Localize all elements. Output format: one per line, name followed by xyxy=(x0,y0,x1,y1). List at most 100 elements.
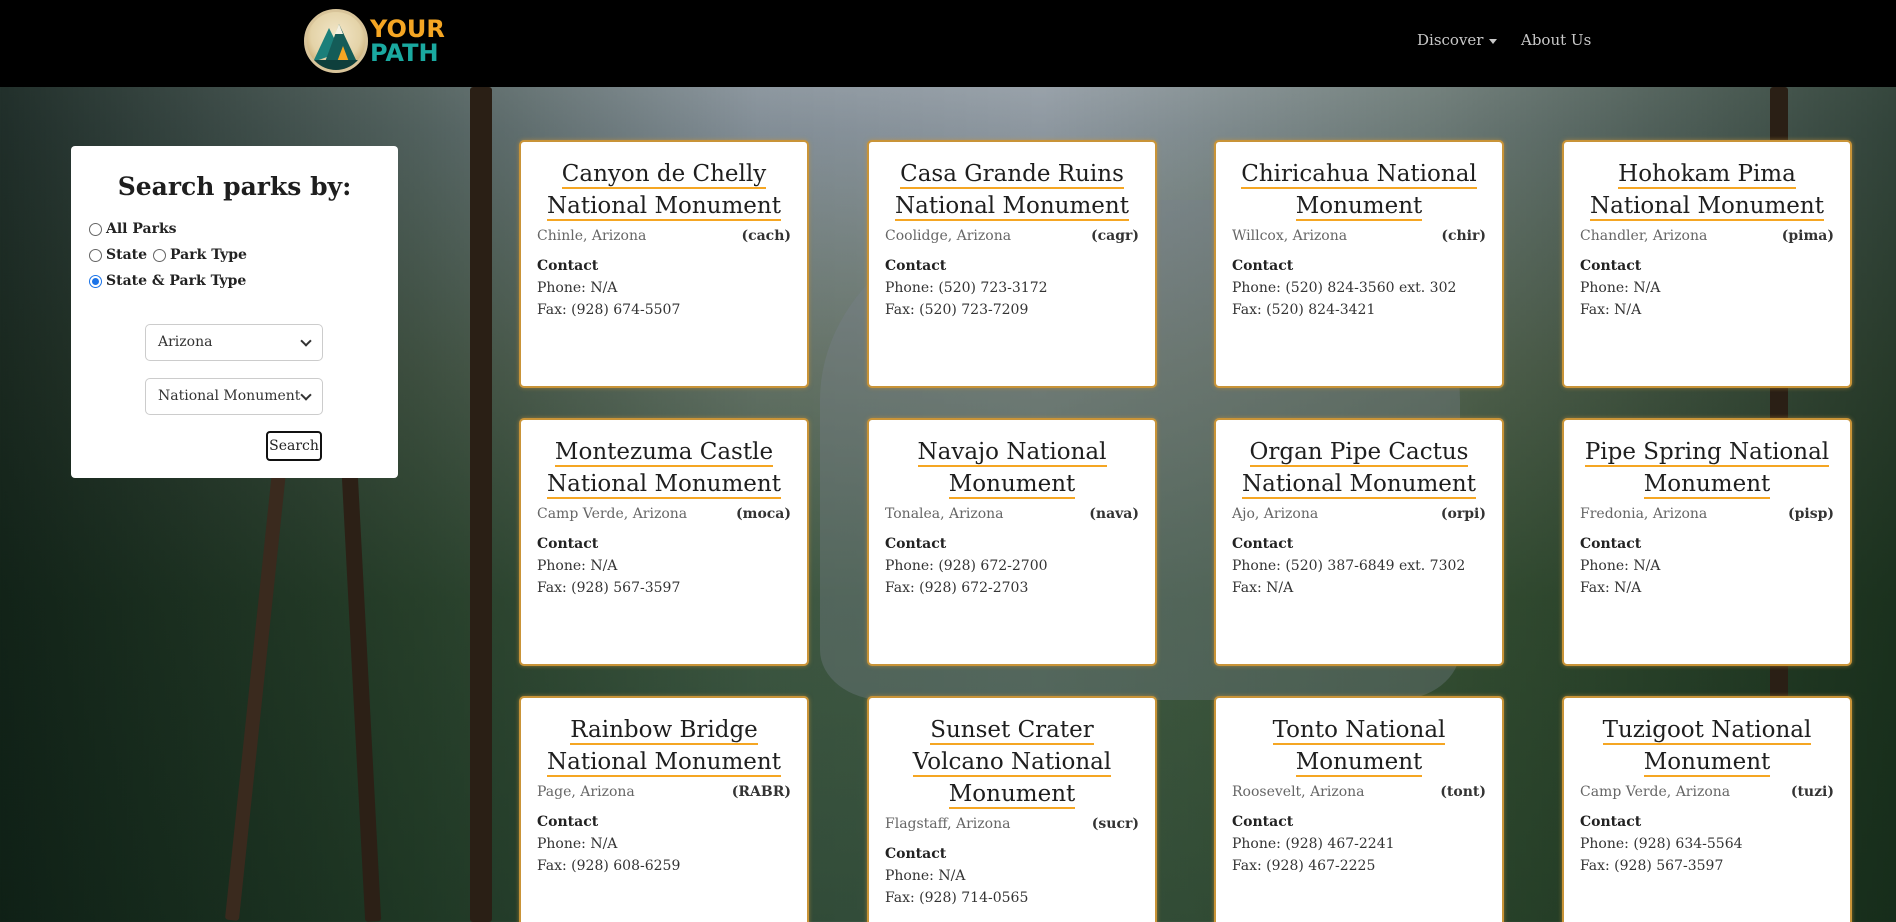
nav-discover-dropdown[interactable]: Discover xyxy=(1417,31,1498,49)
radio-all-parks[interactable]: All Parks xyxy=(89,221,380,237)
park-title-link[interactable]: Rainbow Bridge National Monument xyxy=(547,717,781,777)
radio-label: All Parks xyxy=(106,221,177,237)
navbar: YOUR PATH Discover About Us xyxy=(0,0,1896,87)
park-title[interactable]: Organ Pipe Cactus National Monument xyxy=(1232,436,1486,500)
caret-down-icon xyxy=(1489,38,1498,44)
park-fax: Fax: (928) 608-6259 xyxy=(537,858,681,874)
park-type-select[interactable]: National Monument xyxy=(145,378,323,415)
contact-heading: Contact xyxy=(885,846,947,862)
tree-trunk xyxy=(470,87,492,922)
chevron-down-icon xyxy=(300,335,312,347)
park-fax: Fax: N/A xyxy=(1232,580,1294,596)
park-title-link[interactable]: Casa Grande Ruins National Monument xyxy=(895,161,1129,221)
logo[interactable]: YOUR PATH xyxy=(304,9,445,73)
park-location: Tonalea, Arizona xyxy=(885,506,1004,522)
park-location-row: Camp Verde, Arizona (tuzi) xyxy=(1580,784,1834,800)
park-title-link[interactable]: Navajo National Monument xyxy=(917,439,1107,499)
park-code: (moca) xyxy=(736,506,791,522)
park-fax: Fax: (928) 714-0565 xyxy=(885,890,1029,906)
park-title[interactable]: Montezuma Castle National Monument xyxy=(537,436,791,500)
park-card[interactable]: Canyon de Chelly National Monument Chinle… xyxy=(519,140,809,388)
radio-state-and-park-type[interactable]: State & Park Type xyxy=(89,273,380,289)
park-card[interactable]: Hohokam Pima National Monument Chandler, … xyxy=(1562,140,1852,388)
park-fax: Fax: (520) 723-7209 xyxy=(885,302,1029,318)
park-title[interactable]: Navajo National Monument xyxy=(885,436,1139,500)
park-code: (orpi) xyxy=(1440,506,1486,522)
park-fax: Fax: (928) 672-2703 xyxy=(885,580,1029,596)
radio-label: State xyxy=(106,247,148,263)
park-title[interactable]: Canyon de Chelly National Monument xyxy=(537,158,791,222)
park-title[interactable]: Hohokam Pima National Monument xyxy=(1580,158,1834,222)
mountain-logo-icon xyxy=(304,9,368,73)
park-title-link[interactable]: Organ Pipe Cactus National Monument xyxy=(1242,439,1476,499)
contact-heading: Contact xyxy=(1580,536,1642,552)
park-code: (cagr) xyxy=(1090,228,1139,244)
park-location-row: Fredonia, Arizona (pisp) xyxy=(1580,506,1834,522)
park-title-link[interactable]: Tonto National Monument xyxy=(1272,717,1446,777)
park-card[interactable]: Tonto National Monument Roosevelt, Arizon… xyxy=(1214,696,1504,922)
contact-heading: Contact xyxy=(537,258,599,274)
park-location: Flagstaff, Arizona xyxy=(885,816,1011,832)
park-title-link[interactable]: Sunset Crater Volcano National Monument xyxy=(912,717,1112,809)
park-code: (tuzi) xyxy=(1790,784,1834,800)
radio-park-type[interactable] xyxy=(153,248,167,262)
park-card[interactable]: Sunset Crater Volcano National Monument F… xyxy=(867,696,1157,922)
park-title[interactable]: Rainbow Bridge National Monument xyxy=(537,714,791,778)
radio-state[interactable] xyxy=(89,248,102,262)
park-title[interactable]: Tonto National Monument xyxy=(1232,714,1486,778)
state-select-value: Arizona xyxy=(158,334,213,350)
park-phone: Phone: N/A xyxy=(537,280,618,296)
park-card[interactable]: Casa Grande Ruins National Monument Cooli… xyxy=(867,140,1157,388)
park-fax: Fax: (928) 467-2225 xyxy=(1232,858,1376,874)
park-location-row: Camp Verde, Arizona (moca) xyxy=(537,506,791,522)
park-location: Coolidge, Arizona xyxy=(885,228,1012,244)
park-card[interactable]: Montezuma Castle National Monument Camp V… xyxy=(519,418,809,666)
park-phone: Phone: N/A xyxy=(537,558,618,574)
park-card[interactable]: Pipe Spring National Monument Fredonia, A… xyxy=(1562,418,1852,666)
park-card[interactable]: Chiricahua National Monument Willcox, Ari… xyxy=(1214,140,1504,388)
park-code: (sucr) xyxy=(1091,816,1139,832)
park-phone: Phone: (520) 723-3172 xyxy=(885,280,1048,296)
park-title[interactable]: Casa Grande Ruins National Monument xyxy=(885,158,1139,222)
park-phone: Phone: N/A xyxy=(885,868,966,884)
park-title[interactable]: Chiricahua National Monument xyxy=(1232,158,1486,222)
park-phone: Phone: N/A xyxy=(1580,558,1661,574)
park-card[interactable]: Navajo National Monument Tonalea, Arizona… xyxy=(867,418,1157,666)
park-location-row: Page, Arizona (RABR) xyxy=(537,784,791,800)
park-location: Page, Arizona xyxy=(537,784,635,800)
park-phone: Phone: N/A xyxy=(1580,280,1661,296)
park-fax: Fax: N/A xyxy=(1580,302,1642,318)
park-fax: Fax: N/A xyxy=(1580,580,1642,596)
park-title-link[interactable]: Chiricahua National Monument xyxy=(1241,161,1477,221)
park-title[interactable]: Pipe Spring National Monument xyxy=(1580,436,1834,500)
radio-label: State & Park Type xyxy=(106,273,247,289)
park-location: Chandler, Arizona xyxy=(1580,228,1708,244)
radio-button-selected[interactable] xyxy=(89,274,102,288)
search-title: Search parks by: xyxy=(117,172,352,201)
park-location: Chinle, Arizona xyxy=(537,228,647,244)
park-code: (nava) xyxy=(1089,506,1139,522)
park-card[interactable]: Tuzigoot National Monument Camp Verde, Ar… xyxy=(1562,696,1852,922)
park-card[interactable]: Organ Pipe Cactus National Monument Ajo, … xyxy=(1214,418,1504,666)
park-title-link[interactable]: Hohokam Pima National Monument xyxy=(1590,161,1824,221)
park-title[interactable]: Tuzigoot National Monument xyxy=(1580,714,1834,778)
nav-about-us[interactable]: About Us xyxy=(1521,31,1591,49)
park-card[interactable]: Rainbow Bridge National Monument Page, Ar… xyxy=(519,696,809,922)
park-title[interactable]: Sunset Crater Volcano National Monument xyxy=(885,714,1139,810)
park-location-row: Roosevelt, Arizona (tont) xyxy=(1232,784,1486,800)
park-title-link[interactable]: Tuzigoot National Monument xyxy=(1602,717,1812,777)
park-title-link[interactable]: Pipe Spring National Monument xyxy=(1584,439,1830,499)
park-fax: Fax: (520) 824-3421 xyxy=(1232,302,1376,318)
state-select[interactable]: Arizona xyxy=(145,324,323,361)
logo-word-path: PATH xyxy=(370,39,439,67)
park-location: Fredonia, Arizona xyxy=(1580,506,1708,522)
search-button[interactable]: Search xyxy=(266,431,322,461)
park-title-link[interactable]: Canyon de Chelly National Monument xyxy=(547,161,781,221)
park-title-link[interactable]: Montezuma Castle National Monument xyxy=(547,439,781,499)
radio-button[interactable] xyxy=(89,222,102,236)
park-location-row: Willcox, Arizona (chir) xyxy=(1232,228,1486,244)
park-location-row: Tonalea, Arizona (nava) xyxy=(885,506,1139,522)
contact-heading: Contact xyxy=(1580,258,1642,274)
park-phone: Phone: (520) 387-6849 ext. 7302 xyxy=(1232,558,1466,574)
contact-heading: Contact xyxy=(885,536,947,552)
